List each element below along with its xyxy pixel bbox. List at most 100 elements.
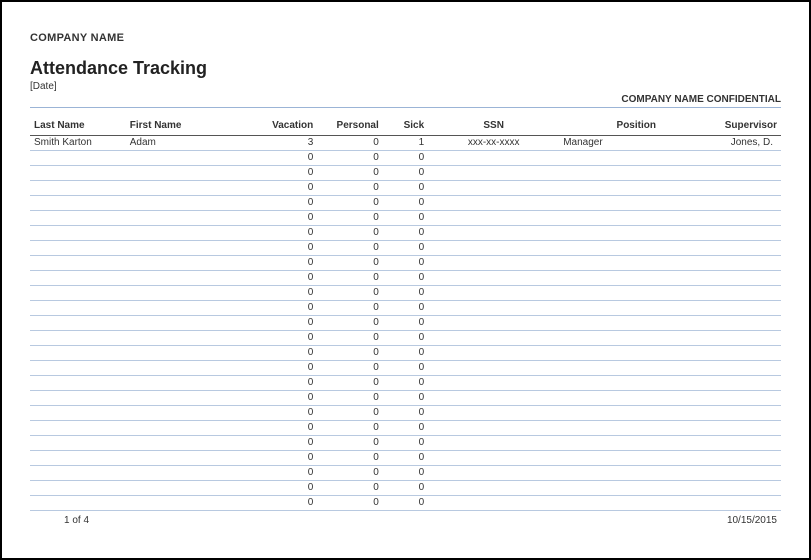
cell-last-name <box>30 466 126 481</box>
cell-last-name <box>30 481 126 496</box>
cell-position <box>559 376 660 391</box>
cell-supervisor <box>660 301 781 316</box>
cell-sick: 0 <box>383 226 428 241</box>
cell-first-name <box>126 211 247 226</box>
table-row: 000 <box>30 181 781 196</box>
cell-sick: 1 <box>383 136 428 151</box>
col-last-name: Last Name <box>30 116 126 136</box>
table-row: 000 <box>30 451 781 466</box>
cell-position <box>559 361 660 376</box>
cell-vacation: 0 <box>247 181 318 196</box>
cell-last-name <box>30 391 126 406</box>
table-row: 000 <box>30 271 781 286</box>
cell-supervisor <box>660 406 781 421</box>
cell-sick: 0 <box>383 436 428 451</box>
cell-personal: 0 <box>317 466 383 481</box>
cell-first-name <box>126 166 247 181</box>
cell-last-name <box>30 346 126 361</box>
cell-first-name <box>126 151 247 166</box>
cell-ssn <box>428 271 559 286</box>
cell-vacation: 0 <box>247 361 318 376</box>
cell-ssn <box>428 241 559 256</box>
cell-sick: 0 <box>383 481 428 496</box>
cell-ssn <box>428 166 559 181</box>
table-row: 000 <box>30 196 781 211</box>
cell-sick: 0 <box>383 496 428 511</box>
cell-ssn <box>428 481 559 496</box>
cell-first-name <box>126 181 247 196</box>
cell-position <box>559 181 660 196</box>
table-row: 000 <box>30 226 781 241</box>
table-row: 000 <box>30 481 781 496</box>
cell-position <box>559 331 660 346</box>
cell-first-name <box>126 451 247 466</box>
cell-personal: 0 <box>317 331 383 346</box>
cell-supervisor <box>660 466 781 481</box>
cell-sick: 0 <box>383 196 428 211</box>
cell-sick: 0 <box>383 256 428 271</box>
cell-first-name <box>126 226 247 241</box>
confidential-label: COMPANY NAME CONFIDENTIAL <box>30 94 781 108</box>
cell-supervisor <box>660 196 781 211</box>
cell-first-name <box>126 421 247 436</box>
cell-supervisor <box>660 436 781 451</box>
cell-position <box>559 481 660 496</box>
cell-personal: 0 <box>317 241 383 256</box>
cell-personal: 0 <box>317 481 383 496</box>
table-row: 000 <box>30 346 781 361</box>
cell-last-name <box>30 151 126 166</box>
cell-last-name <box>30 166 126 181</box>
cell-personal: 0 <box>317 196 383 211</box>
cell-last-name <box>30 376 126 391</box>
cell-personal: 0 <box>317 406 383 421</box>
cell-sick: 0 <box>383 406 428 421</box>
col-sick: Sick <box>383 116 428 136</box>
cell-personal: 0 <box>317 301 383 316</box>
cell-position <box>559 166 660 181</box>
table-body: Smith KartonAdam301xxx-xx-xxxxManagerJon… <box>30 136 781 511</box>
cell-first-name <box>126 301 247 316</box>
cell-vacation: 0 <box>247 166 318 181</box>
cell-first-name <box>126 331 247 346</box>
attendance-table: Last Name First Name Vacation Personal S… <box>30 116 781 511</box>
cell-ssn <box>428 196 559 211</box>
cell-vacation: 0 <box>247 316 318 331</box>
cell-first-name <box>126 496 247 511</box>
cell-position <box>559 226 660 241</box>
cell-first-name <box>126 286 247 301</box>
table-row: 000 <box>30 376 781 391</box>
cell-supervisor <box>660 286 781 301</box>
cell-supervisor: Jones, D. <box>660 136 781 151</box>
cell-ssn <box>428 421 559 436</box>
table-row: 000 <box>30 436 781 451</box>
cell-ssn <box>428 256 559 271</box>
cell-vacation: 0 <box>247 331 318 346</box>
cell-last-name <box>30 496 126 511</box>
cell-sick: 0 <box>383 286 428 301</box>
cell-last-name <box>30 406 126 421</box>
cell-ssn <box>428 451 559 466</box>
cell-vacation: 0 <box>247 406 318 421</box>
cell-ssn <box>428 331 559 346</box>
cell-sick: 0 <box>383 331 428 346</box>
cell-vacation: 0 <box>247 286 318 301</box>
cell-supervisor <box>660 421 781 436</box>
cell-personal: 0 <box>317 391 383 406</box>
cell-last-name <box>30 421 126 436</box>
table-row: 000 <box>30 361 781 376</box>
cell-personal: 0 <box>317 256 383 271</box>
cell-vacation: 0 <box>247 271 318 286</box>
cell-vacation: 0 <box>247 196 318 211</box>
cell-ssn <box>428 376 559 391</box>
cell-ssn <box>428 346 559 361</box>
cell-sick: 0 <box>383 451 428 466</box>
table-row: 000 <box>30 301 781 316</box>
cell-supervisor <box>660 211 781 226</box>
cell-supervisor <box>660 256 781 271</box>
cell-position <box>559 241 660 256</box>
footer-date: 10/15/2015 <box>727 515 777 526</box>
col-supervisor: Supervisor <box>660 116 781 136</box>
cell-last-name <box>30 361 126 376</box>
cell-personal: 0 <box>317 211 383 226</box>
cell-sick: 0 <box>383 151 428 166</box>
